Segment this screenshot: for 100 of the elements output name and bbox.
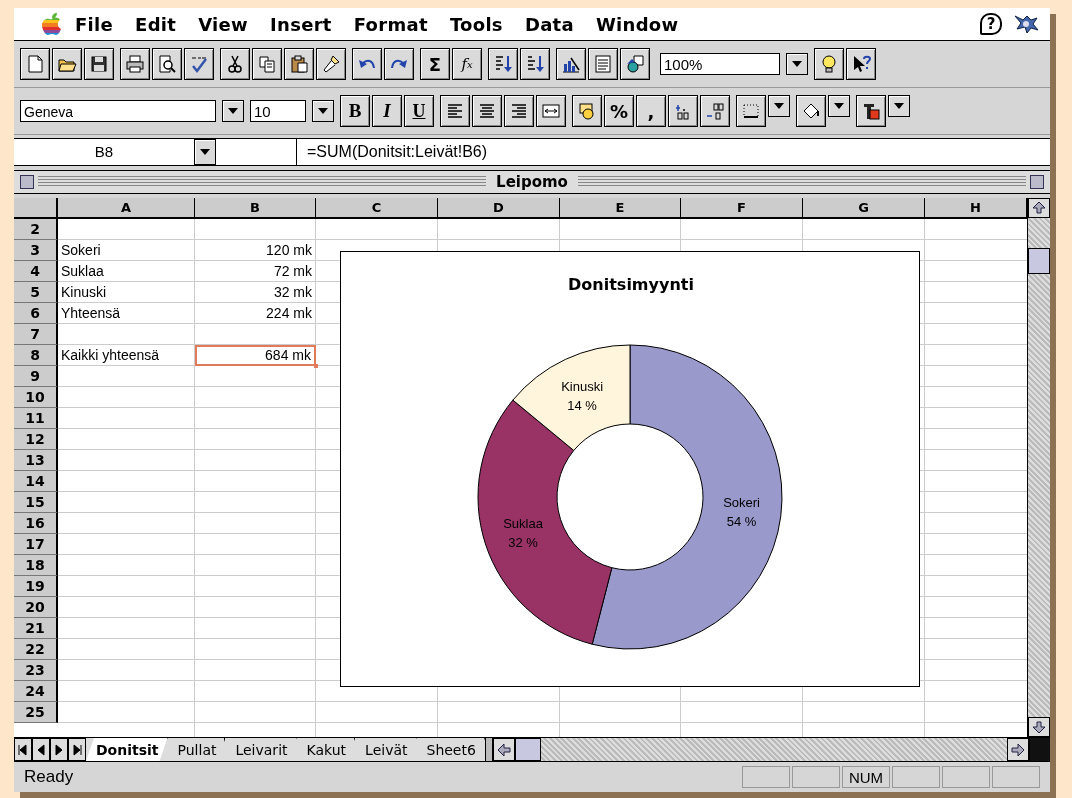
scroll-thumb[interactable] [1028, 248, 1050, 274]
dropdown-button[interactable] [786, 53, 808, 75]
row-header[interactable]: 14 [14, 471, 58, 492]
open-button[interactable] [52, 48, 82, 80]
table-cell[interactable]: 224 mk [195, 303, 316, 324]
dropdown-button[interactable] [222, 100, 244, 122]
menu-item[interactable]: Window [584, 13, 690, 35]
help-balloon-icon[interactable]: ? [980, 13, 1002, 35]
dropdown-button[interactable] [828, 95, 850, 117]
select-all-corner[interactable] [14, 198, 58, 219]
table-cell[interactable]: Kinuski [58, 282, 195, 303]
column-header[interactable]: A [58, 198, 195, 219]
menu-item[interactable]: Data [513, 13, 585, 35]
row-header[interactable]: 13 [14, 450, 58, 471]
font-color-button[interactable] [856, 95, 886, 127]
table-cell[interactable]: 72 mk [195, 261, 316, 282]
row-header[interactable]: 2 [14, 219, 58, 240]
row-header[interactable]: 6 [14, 303, 58, 324]
align-left-button[interactable] [440, 95, 470, 127]
row-header[interactable]: 9 [14, 366, 58, 387]
merge-center-button[interactable] [536, 95, 566, 127]
tip-wizard-button[interactable] [814, 48, 844, 80]
zoom-field[interactable]: 100% [660, 53, 780, 75]
row-header[interactable]: 5 [14, 282, 58, 303]
column-header[interactable]: G [803, 198, 925, 219]
table-cell[interactable]: Yhteensä [58, 303, 195, 324]
row-header[interactable]: 19 [14, 576, 58, 597]
last-sheet-button[interactable] [68, 738, 86, 761]
scroll-right-button[interactable] [1007, 738, 1029, 761]
align-right-button[interactable] [504, 95, 534, 127]
table-cell[interactable]: 120 mk [195, 240, 316, 261]
row-header[interactable]: 4 [14, 261, 58, 282]
menu-item[interactable]: Edit [124, 13, 188, 35]
column-header[interactable]: C [316, 198, 438, 219]
row-header[interactable]: 15 [14, 492, 58, 513]
fill-color-button[interactable] [796, 95, 826, 127]
row-header[interactable]: 20 [14, 597, 58, 618]
underline-button[interactable]: U [404, 95, 434, 127]
first-sheet-button[interactable] [14, 738, 32, 761]
row-header[interactable]: 18 [14, 555, 58, 576]
align-center-button[interactable] [472, 95, 502, 127]
dropdown-button[interactable] [888, 95, 910, 117]
redo-button[interactable] [384, 48, 414, 80]
autosum-button[interactable]: Σ [420, 48, 450, 80]
close-box[interactable] [20, 175, 34, 189]
scroll-left-button[interactable] [492, 738, 515, 761]
row-header[interactable]: 3 [14, 240, 58, 261]
column-header[interactable]: D [438, 198, 560, 219]
print-preview-button[interactable] [152, 48, 182, 80]
copy-button[interactable] [252, 48, 282, 80]
bold-button[interactable]: B [340, 95, 370, 127]
borders-button[interactable] [736, 95, 766, 127]
column-header[interactable]: H [925, 198, 1027, 219]
row-header[interactable]: 17 [14, 534, 58, 555]
currency-button[interactable] [572, 95, 602, 127]
column-header[interactable]: B [195, 198, 316, 219]
previous-sheet-button[interactable] [32, 738, 50, 761]
row-header[interactable]: 25 [14, 702, 58, 723]
table-cell[interactable]: Suklaa [58, 261, 195, 282]
tab-split-box[interactable] [484, 738, 493, 761]
menu-item[interactable]: Tools [438, 13, 514, 35]
row-header[interactable]: 11 [14, 408, 58, 429]
row-header[interactable]: 10 [14, 387, 58, 408]
help-button[interactable] [846, 48, 876, 80]
zoom-box[interactable] [1030, 175, 1044, 189]
italic-button[interactable]: I [372, 95, 402, 127]
table-cell[interactable]: 684 mk [195, 345, 316, 366]
column-header[interactable]: E [560, 198, 681, 219]
menu-item[interactable]: Insert [259, 13, 343, 35]
cut-button[interactable] [220, 48, 250, 80]
column-header[interactable]: F [681, 198, 803, 219]
name-box[interactable]: B8 [14, 139, 194, 165]
menu-item[interactable]: Format [342, 13, 439, 35]
scroll-up-button[interactable] [1028, 198, 1050, 218]
row-header[interactable]: 7 [14, 324, 58, 345]
spelling-button[interactable] [184, 48, 214, 80]
format-painter-button[interactable] [316, 48, 346, 80]
sort-descending-button[interactable] [520, 48, 550, 80]
comma-button[interactable]: , [636, 95, 666, 127]
sheet-tab[interactable]: Donitsit [86, 738, 168, 761]
decrease-decimal-button[interactable] [700, 95, 730, 127]
scroll-down-button[interactable] [1028, 717, 1050, 737]
scroll-thumb[interactable] [514, 738, 541, 761]
formula-field[interactable]: =SUM(Donitsit:Leivät!B6) [297, 139, 488, 165]
row-header[interactable]: 8 [14, 345, 58, 366]
row-header[interactable]: 23 [14, 660, 58, 681]
row-header[interactable]: 21 [14, 618, 58, 639]
font-field[interactable]: Geneva [20, 100, 216, 122]
menu-item[interactable]: File [64, 13, 125, 35]
percent-button[interactable]: % [604, 95, 634, 127]
increase-decimal-button[interactable] [668, 95, 698, 127]
paste-button[interactable] [284, 48, 314, 80]
print-button[interactable] [120, 48, 150, 80]
undo-button[interactable] [352, 48, 382, 80]
font-size-field[interactable]: 10 [250, 100, 306, 122]
sort-ascending-button[interactable] [488, 48, 518, 80]
table-cell[interactable]: Sokeri [58, 240, 195, 261]
table-cell[interactable]: Kaikki yhteensä [58, 345, 195, 366]
new-button[interactable] [20, 48, 50, 80]
dropdown-button[interactable] [768, 95, 790, 117]
